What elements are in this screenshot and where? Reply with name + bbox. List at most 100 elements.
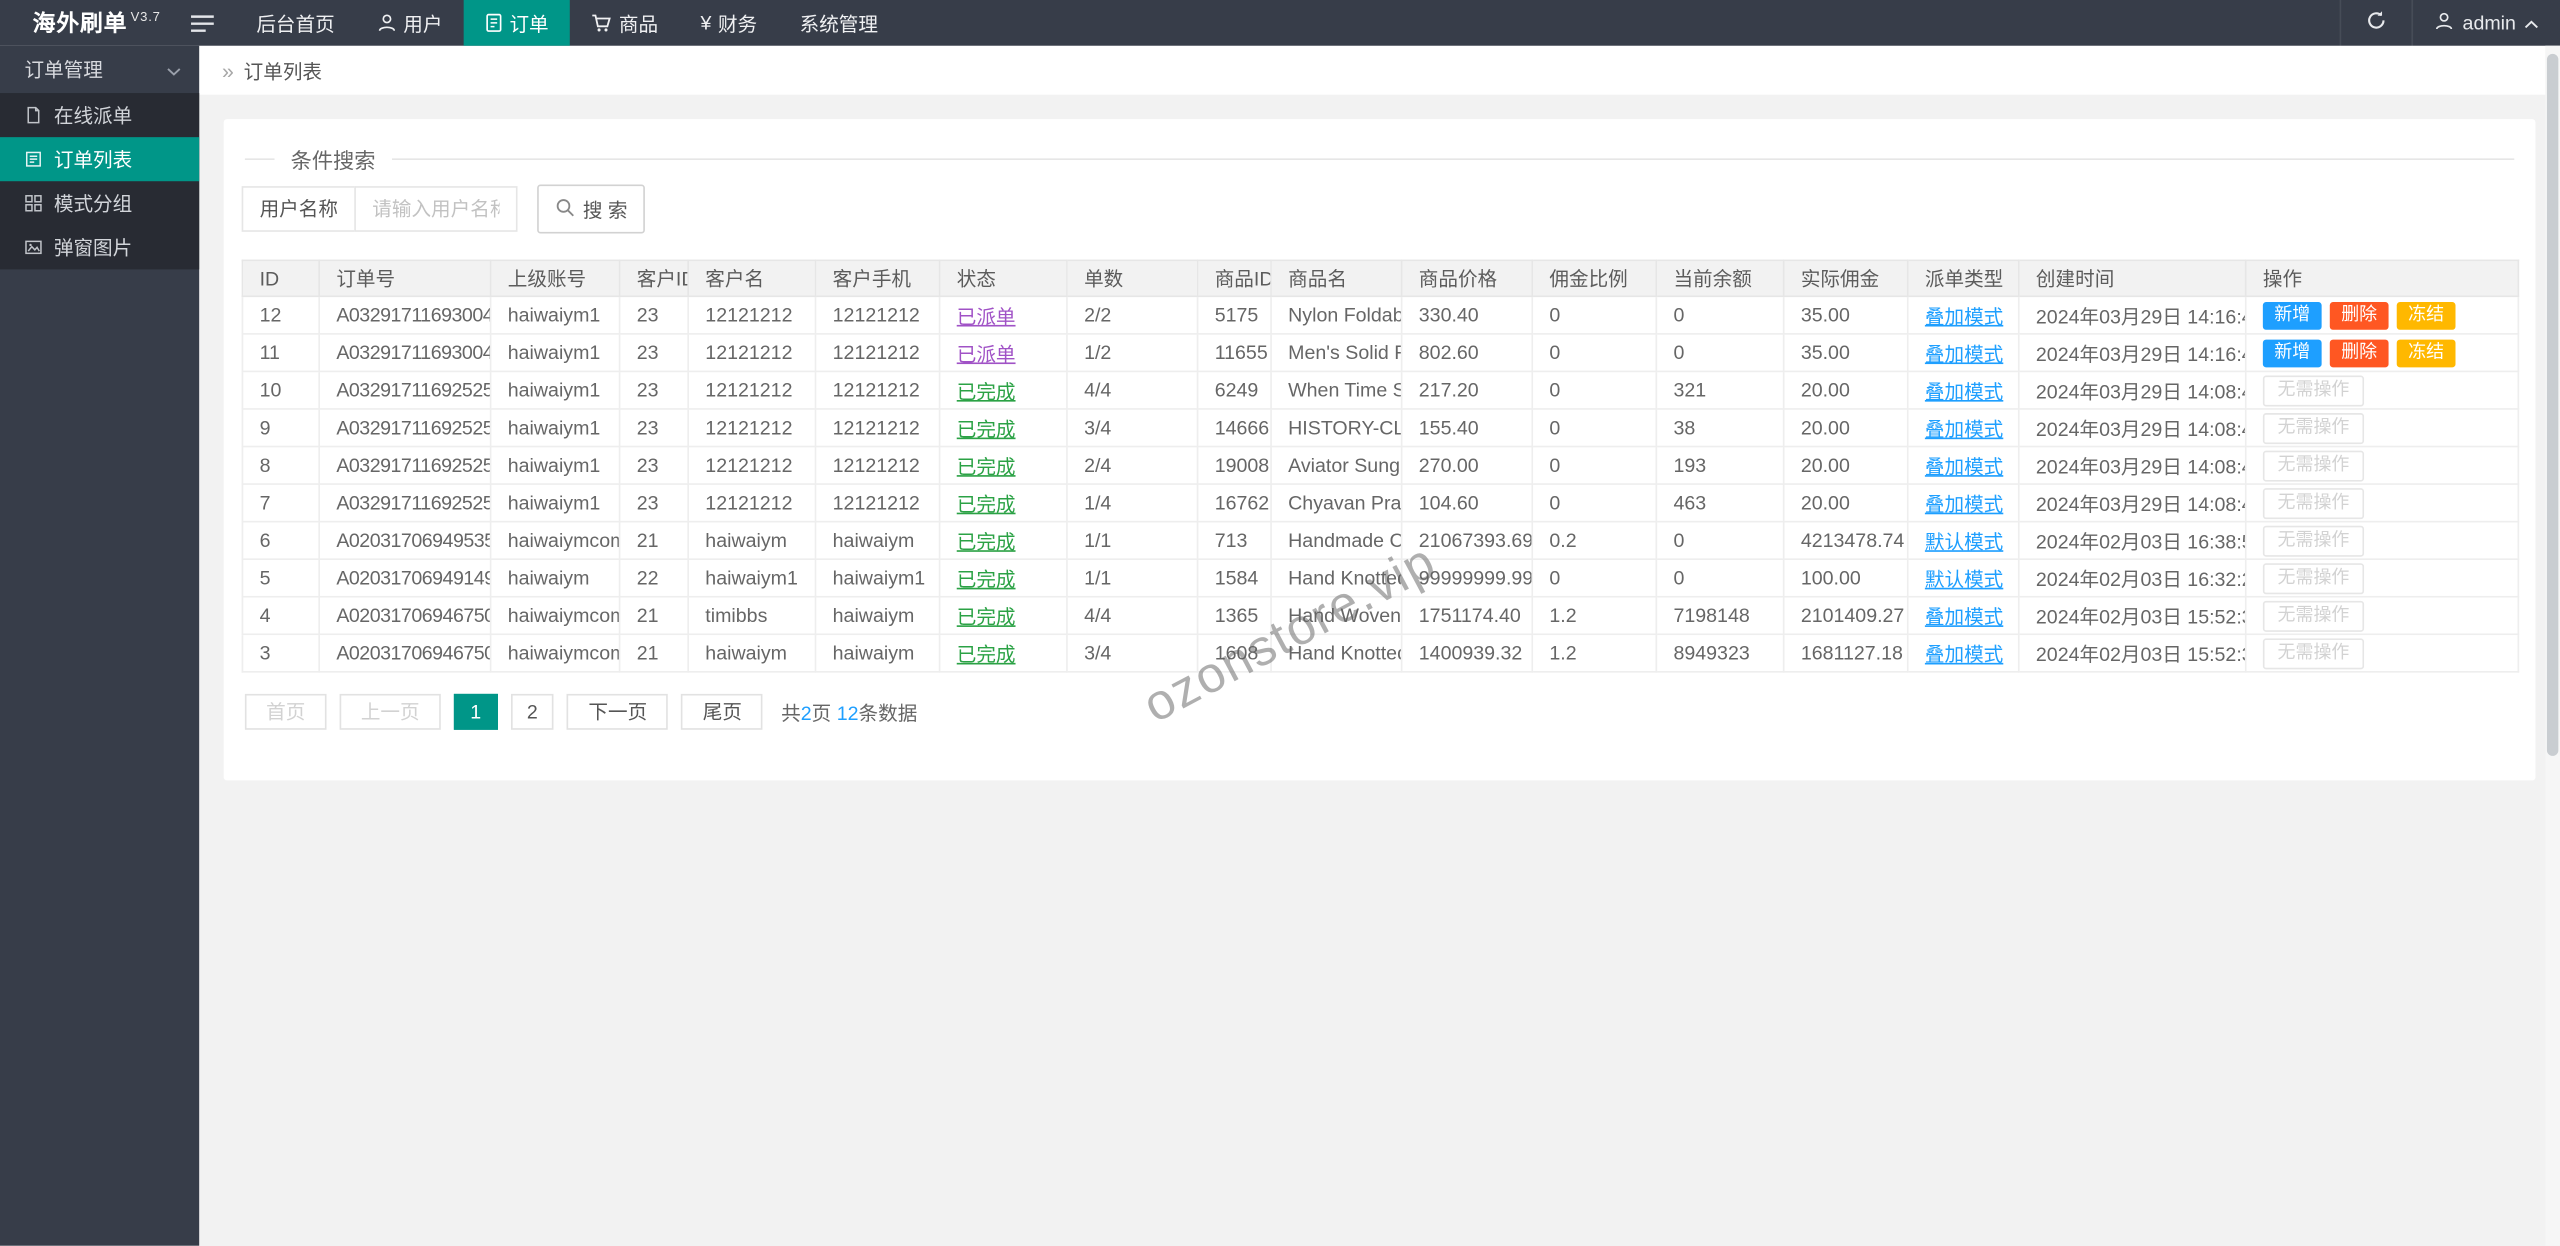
chevron-up-icon xyxy=(2524,11,2539,34)
no-action-button: 无需操作 xyxy=(2262,562,2365,594)
dispatch-type-link[interactable]: 叠加模式 xyxy=(1925,492,2003,515)
refresh-button[interactable] xyxy=(2340,0,2414,46)
dispatch-type-link[interactable]: 叠加模式 xyxy=(1925,455,2003,478)
cell-product-price: 99999999.99 xyxy=(1400,558,1534,598)
cell-customer-id: 23 xyxy=(618,483,689,523)
column-header: 派单类型 xyxy=(1906,259,2020,298)
scrollbar-thumb[interactable] xyxy=(2546,53,2559,756)
refresh-icon xyxy=(2366,10,2387,36)
column-header: 订单号 xyxy=(318,259,492,298)
cell-customer-id: 22 xyxy=(618,558,689,598)
status-link[interactable]: 已完成 xyxy=(957,417,1016,440)
add-button[interactable]: 新增 xyxy=(2262,338,2322,367)
no-action-button: 无需操作 xyxy=(2262,412,2365,444)
column-header: 商品名 xyxy=(1270,259,1403,298)
order-icon xyxy=(485,13,503,33)
cell-product-id: 1608 xyxy=(1196,633,1272,673)
no-action-button: 无需操作 xyxy=(2262,374,2365,406)
status-link[interactable]: 已完成 xyxy=(957,492,1016,515)
dispatch-type-link[interactable]: 叠加模式 xyxy=(1925,342,2003,365)
no-action-button: 无需操作 xyxy=(2262,599,2365,632)
delete-button[interactable]: 删除 xyxy=(2329,338,2389,367)
dispatch-type-link[interactable]: 叠加模式 xyxy=(1925,417,2003,440)
cell-product-price: 155.40 xyxy=(1400,408,1534,448)
sidebar-item-online-dispatch[interactable]: 在线派单 xyxy=(0,93,199,137)
username: admin xyxy=(2462,11,2516,35)
page-2[interactable]: 2 xyxy=(510,693,555,730)
cell-dispatch-type: 叠加模式 xyxy=(1906,408,2020,448)
nav-finance[interactable]: ¥ 财务 xyxy=(679,0,778,46)
freeze-button[interactable]: 冻结 xyxy=(2396,301,2456,329)
cell-customer-phone: haiwaiym xyxy=(814,633,941,673)
nav-orders[interactable]: 订单 xyxy=(463,0,570,46)
status-link[interactable]: 已完成 xyxy=(957,455,1016,478)
nav-item-label: 财务 xyxy=(717,12,758,36)
cell-order-count: 1/2 xyxy=(1066,333,1199,373)
status-link[interactable]: 已派单 xyxy=(957,342,1016,365)
search-button[interactable]: 搜 索 xyxy=(537,184,646,234)
freeze-button[interactable]: 冻结 xyxy=(2396,338,2456,367)
dispatch-type-link[interactable]: 叠加模式 xyxy=(1925,642,2003,665)
cell-customer-name: haiwaiym1 xyxy=(687,558,817,598)
status-link[interactable]: 已完成 xyxy=(957,380,1016,403)
nav-goods[interactable]: 商品 xyxy=(570,0,679,46)
dispatch-type-link[interactable]: 默认模式 xyxy=(1925,530,2003,553)
page-1[interactable]: 1 xyxy=(453,693,498,730)
delete-button[interactable]: 删除 xyxy=(2329,301,2389,329)
cell-op: 无需操作 xyxy=(2244,520,2520,560)
sidebar-item-order-list[interactable]: 订单列表 xyxy=(0,137,200,182)
status-link[interactable]: 已完成 xyxy=(957,642,1016,665)
dispatch-type-link[interactable]: 叠加模式 xyxy=(1925,304,2003,327)
nav-home[interactable]: 后台首页 xyxy=(235,0,356,46)
cell-order-no: A02031706949149973 xyxy=(318,558,492,598)
user-menu[interactable]: admin xyxy=(2414,0,2560,46)
cell-parent-account: haiwaiymcom xyxy=(489,595,621,636)
cell-product-name: Hand Woven C... xyxy=(1270,595,1403,636)
dispatch-type-link[interactable]: 默认模式 xyxy=(1925,567,2003,590)
cell-id: 5 xyxy=(241,558,320,598)
order-row: 5A02031706949149973haiwaiym22haiwaiym1ha… xyxy=(241,558,2520,598)
page-next[interactable]: 下一页 xyxy=(567,693,669,730)
cell-created-at: 2024年03月29日 14:08:45 xyxy=(2017,445,2247,485)
nav-users[interactable]: 用户 xyxy=(356,0,464,46)
status-link[interactable]: 已派单 xyxy=(957,304,1016,327)
cell-status: 已完成 xyxy=(938,520,1068,560)
status-link[interactable]: 已完成 xyxy=(957,530,1016,553)
cell-created-at: 2024年03月29日 14:16:44 xyxy=(2017,333,2247,373)
app-title: 海外刷单 xyxy=(32,9,128,36)
breadcrumb: » 订单列表 xyxy=(199,45,2560,95)
nav-system[interactable]: 系统管理 xyxy=(778,0,899,46)
sidebar-group-order-management[interactable]: 订单管理 xyxy=(0,46,199,93)
dispatch-type-link[interactable]: 叠加模式 xyxy=(1925,605,2003,628)
dispatch-type-link[interactable]: 叠加模式 xyxy=(1925,380,2003,403)
cell-order-no: A03291711692525192 xyxy=(318,408,492,448)
column-header: 创建时间 xyxy=(2017,259,2247,298)
cell-product-id: 19008 xyxy=(1196,445,1272,485)
page-last[interactable]: 尾页 xyxy=(681,693,764,730)
cell-product-price: 1400939.32 xyxy=(1400,633,1534,673)
cell-current-balance: 321 xyxy=(1655,370,1785,410)
cell-parent-account: haiwaiym1 xyxy=(489,408,621,448)
cell-commission-ratio: 0 xyxy=(1531,558,1658,598)
cell-parent-account: haiwaiymcom xyxy=(489,520,621,560)
cell-created-at: 2024年02月03日 16:38:55 xyxy=(2017,520,2247,560)
cell-actual-commission: 100.00 xyxy=(1782,558,1909,598)
add-button[interactable]: 新增 xyxy=(2262,301,2322,329)
sidebar-item-popup-image[interactable]: 弹窗图片 xyxy=(0,225,199,269)
cell-customer-name: timibbs xyxy=(687,595,817,636)
pagination: 首页 上一页 1 2 下一页 尾页 共2页 12条数据 xyxy=(244,693,2518,730)
status-link[interactable]: 已完成 xyxy=(957,567,1016,590)
status-link[interactable]: 已完成 xyxy=(957,605,1016,628)
cell-product-name: Chyavan Praks... xyxy=(1270,483,1403,523)
cell-dispatch-type: 叠加模式 xyxy=(1906,445,2020,485)
username-search-input[interactable] xyxy=(354,186,518,232)
cell-id: 6 xyxy=(241,520,320,560)
cell-customer-phone: 12121212 xyxy=(814,483,941,523)
column-header: 客户ID xyxy=(618,259,689,298)
cell-created-at: 2024年02月03日 16:32:29 xyxy=(2017,558,2247,598)
cell-order-count: 2/2 xyxy=(1066,295,1199,335)
sidebar-item-mode-group[interactable]: 模式分组 xyxy=(0,181,199,225)
cell-commission-ratio: 0 xyxy=(1531,483,1658,523)
menu-toggle-icon[interactable] xyxy=(170,0,235,46)
cell-status: 已完成 xyxy=(938,558,1068,598)
